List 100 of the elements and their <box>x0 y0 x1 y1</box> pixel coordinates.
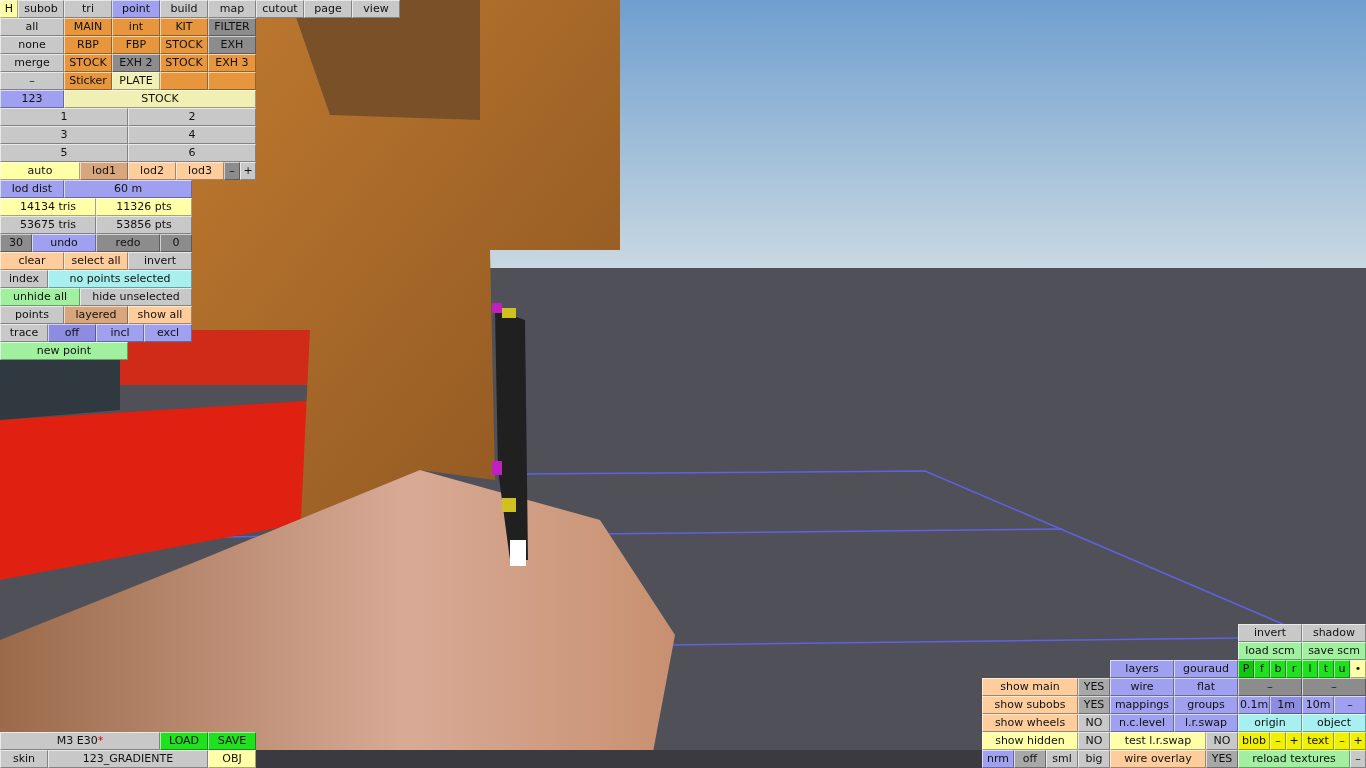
panel-button[interactable]: incl <box>96 324 144 342</box>
panel-button[interactable]: – <box>1302 678 1366 696</box>
tab[interactable]: point <box>112 0 160 18</box>
panel-button[interactable]: trace <box>0 324 48 342</box>
panel-button[interactable]: 4 <box>128 126 256 144</box>
panel-button[interactable]: RBP <box>64 36 112 54</box>
blank-button[interactable] <box>160 72 208 90</box>
panel-button[interactable]: FILTER <box>208 18 256 36</box>
panel-button[interactable]: NO <box>1078 714 1110 732</box>
panel-button[interactable]: – <box>0 72 64 90</box>
panel-button[interactable]: none <box>0 36 64 54</box>
panel-button[interactable]: 123 <box>0 90 64 108</box>
panel-button[interactable]: OBJ <box>208 750 256 768</box>
panel-button[interactable]: show wheels <box>982 714 1078 732</box>
panel-button[interactable]: flat <box>1174 678 1238 696</box>
panel-button[interactable]: STOCK <box>160 54 208 72</box>
panel-button[interactable]: 5 <box>0 144 128 162</box>
panel-button[interactable]: MAIN <box>64 18 112 36</box>
panel-button[interactable]: b <box>1270 660 1286 678</box>
panel-button[interactable]: auto <box>0 162 80 180</box>
panel-button[interactable]: sml <box>1046 750 1078 768</box>
panel-button[interactable]: 123_GRADIENTE <box>48 750 208 768</box>
panel-button[interactable]: groups <box>1174 696 1238 714</box>
panel-button[interactable]: undo <box>32 234 96 252</box>
panel-button[interactable]: EXH 3 <box>208 54 256 72</box>
panel-button[interactable]: mappings <box>1110 696 1174 714</box>
panel-button[interactable]: LOAD <box>160 732 208 750</box>
panel-button[interactable]: wire <box>1110 678 1174 696</box>
panel-button[interactable]: 0 <box>160 234 192 252</box>
panel-button[interactable]: + <box>1286 732 1302 750</box>
panel-button[interactable]: invert <box>128 252 192 270</box>
panel-button[interactable]: no points selected <box>48 270 192 288</box>
tab[interactable]: build <box>160 0 208 18</box>
panel-button[interactable]: reload textures <box>1238 750 1350 768</box>
panel-button[interactable]: t <box>1318 660 1334 678</box>
panel-button[interactable]: 11326 pts <box>96 198 192 216</box>
panel-button[interactable]: new point <box>0 342 128 360</box>
panel-button[interactable]: 53675 tris <box>0 216 96 234</box>
panel-button[interactable]: lod1 <box>80 162 128 180</box>
panel-button[interactable]: l.r.swap <box>1174 714 1238 732</box>
panel-button[interactable]: SAVE <box>208 732 256 750</box>
panel-button[interactable]: 3 <box>0 126 128 144</box>
panel-button[interactable]: H <box>0 0 18 18</box>
panel-button[interactable]: text <box>1302 732 1334 750</box>
panel-button[interactable]: off <box>1014 750 1046 768</box>
panel-button[interactable]: 6 <box>128 144 256 162</box>
panel-button[interactable]: n.c.level <box>1110 714 1174 732</box>
panel-button[interactable]: 1 <box>0 108 128 126</box>
panel-button[interactable]: layered <box>64 306 128 324</box>
panel-button[interactable]: NO <box>1078 732 1110 750</box>
panel-button[interactable]: gouraud <box>1174 660 1238 678</box>
panel-button[interactable]: STOCK <box>64 54 112 72</box>
panel-button[interactable]: wire overlay <box>1110 750 1206 768</box>
panel-button[interactable]: show main <box>982 678 1078 696</box>
panel-button[interactable]: skin <box>0 750 48 768</box>
panel-button[interactable]: lod2 <box>128 162 176 180</box>
panel-button[interactable]: Sticker <box>64 72 112 90</box>
panel-button[interactable]: STOCK <box>64 90 256 108</box>
panel-button[interactable]: lod dist <box>0 180 64 198</box>
panel-button[interactable]: YES <box>1078 696 1110 714</box>
panel-button[interactable]: 0.1m <box>1238 696 1270 714</box>
panel-button[interactable]: EXH 2 <box>112 54 160 72</box>
panel-button[interactable]: clear <box>0 252 64 270</box>
panel-button[interactable]: lod3 <box>176 162 224 180</box>
panel-button[interactable]: STOCK <box>160 36 208 54</box>
tab[interactable]: map <box>208 0 256 18</box>
panel-button[interactable]: redo <box>96 234 160 252</box>
panel-button[interactable]: 14134 tris <box>0 198 96 216</box>
panel-button[interactable]: • <box>1350 660 1366 678</box>
panel-button[interactable]: – <box>1350 750 1366 768</box>
panel-button[interactable]: r <box>1286 660 1302 678</box>
panel-button[interactable]: int <box>112 18 160 36</box>
panel-button[interactable]: off <box>48 324 96 342</box>
panel-button[interactable]: origin <box>1238 714 1302 732</box>
panel-button[interactable]: f <box>1254 660 1270 678</box>
panel-button[interactable]: M3 E30* <box>0 732 160 750</box>
panel-button[interactable]: select all <box>64 252 128 270</box>
panel-button[interactable]: unhide all <box>0 288 80 306</box>
panel-button[interactable]: points <box>0 306 64 324</box>
panel-button[interactable]: layers <box>1110 660 1174 678</box>
tab[interactable]: page <box>304 0 352 18</box>
panel-button[interactable]: object <box>1302 714 1366 732</box>
panel-button[interactable]: – <box>1334 696 1366 714</box>
panel-button[interactable]: 30 <box>0 234 32 252</box>
tab[interactable]: cutout <box>256 0 304 18</box>
panel-button[interactable]: l <box>1302 660 1318 678</box>
panel-button[interactable]: shadow <box>1302 624 1366 642</box>
panel-button[interactable]: + <box>240 162 256 180</box>
panel-button[interactable]: – <box>224 162 240 180</box>
panel-button[interactable]: 2 <box>128 108 256 126</box>
panel-button[interactable]: 53856 pts <box>96 216 192 234</box>
panel-button[interactable]: show all <box>128 306 192 324</box>
panel-button[interactable]: save scm <box>1302 642 1366 660</box>
panel-button[interactable]: EXH <box>208 36 256 54</box>
tab[interactable]: subob <box>18 0 64 18</box>
panel-button[interactable]: 60 m <box>64 180 192 198</box>
tab[interactable]: tri <box>64 0 112 18</box>
tab[interactable]: view <box>352 0 400 18</box>
panel-button[interactable]: all <box>0 18 64 36</box>
panel-button[interactable]: load scm <box>1238 642 1302 660</box>
